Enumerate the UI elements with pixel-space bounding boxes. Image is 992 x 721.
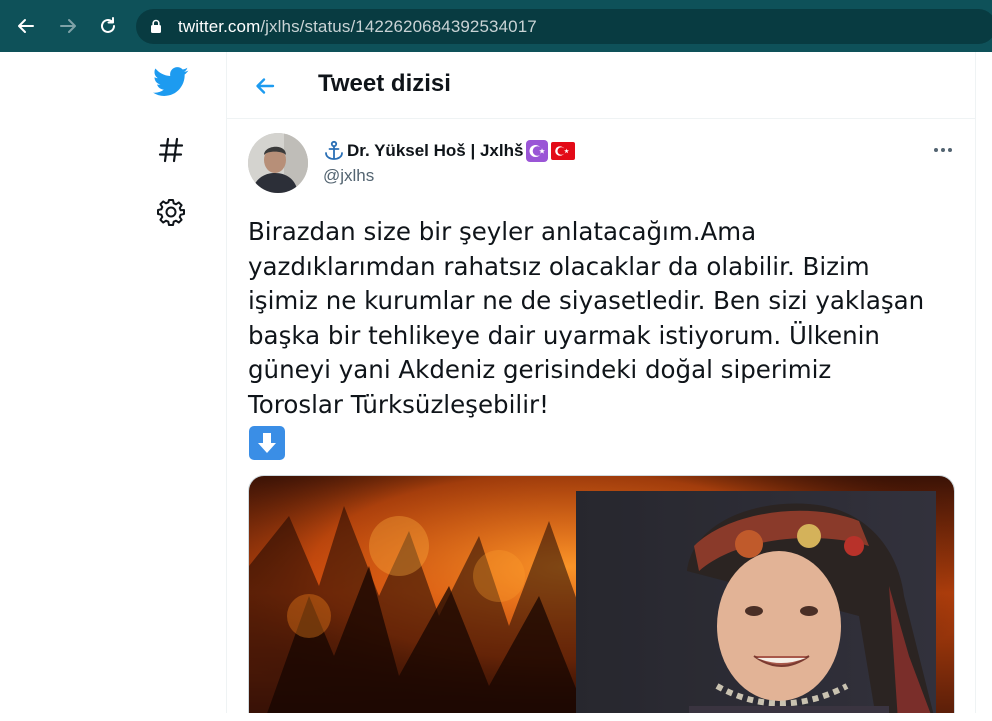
turkey-flag-icon bbox=[551, 142, 576, 160]
browser-forward-button[interactable] bbox=[54, 12, 82, 40]
lock-icon bbox=[151, 19, 161, 33]
twitter-bird-icon bbox=[153, 67, 189, 96]
avatar[interactable] bbox=[248, 133, 308, 193]
browser-reload-button[interactable] bbox=[94, 12, 122, 40]
down-arrow-emoji-icon bbox=[249, 426, 285, 460]
anchor-icon bbox=[325, 140, 343, 160]
url-path: /jxlhs/status/1422620684392534017 bbox=[260, 17, 537, 36]
author-name[interactable]: Dr. Yüksel Hoš | Jxlhš bbox=[323, 140, 576, 162]
settings-icon bbox=[157, 199, 185, 226]
page-title: Tweet dizisi bbox=[318, 70, 451, 97]
browser-toolbar: twitter.com/jxlhs/status/142262068439253… bbox=[0, 0, 992, 52]
forest-fire-and-woman-photo bbox=[249, 476, 954, 721]
arrow-left-icon bbox=[18, 19, 34, 33]
url-host: twitter.com bbox=[178, 17, 261, 36]
more-dots-icon bbox=[934, 148, 952, 152]
nav-settings[interactable] bbox=[149, 190, 193, 234]
nav-explore[interactable] bbox=[149, 128, 193, 172]
avatar-image bbox=[248, 133, 308, 193]
tweet-text: Birazdan size bir şeyler anlatacağım.Ama… bbox=[248, 217, 925, 419]
reload-icon bbox=[101, 17, 115, 33]
arrow-down-icon bbox=[258, 433, 276, 453]
tweet-media-image[interactable] bbox=[248, 475, 955, 721]
more-options-button[interactable] bbox=[927, 140, 959, 160]
bottom-edge bbox=[0, 713, 992, 721]
author-handle[interactable]: @jxlhs bbox=[323, 166, 374, 186]
twitter-home-link[interactable] bbox=[149, 60, 193, 104]
address-url: twitter.com/jxlhs/status/142262068439253… bbox=[178, 17, 537, 37]
back-button[interactable] bbox=[249, 70, 281, 102]
main-column: Tweet dizisi Dr. Yüksel Hoš | Jxlhš @jxl… bbox=[226, 52, 976, 721]
address-bar[interactable]: twitter.com/jxlhs/status/142262068439253… bbox=[136, 9, 992, 44]
browser-back-button[interactable] bbox=[12, 12, 40, 40]
arrow-right-icon bbox=[60, 19, 76, 33]
author-name-text: Dr. Yüksel Hoš | Jxlhš bbox=[347, 141, 524, 160]
page-header: Tweet dizisi bbox=[227, 52, 976, 119]
star-and-crescent-icon bbox=[526, 140, 549, 162]
hashtag-icon bbox=[158, 137, 184, 163]
arrow-left-icon bbox=[256, 78, 275, 94]
